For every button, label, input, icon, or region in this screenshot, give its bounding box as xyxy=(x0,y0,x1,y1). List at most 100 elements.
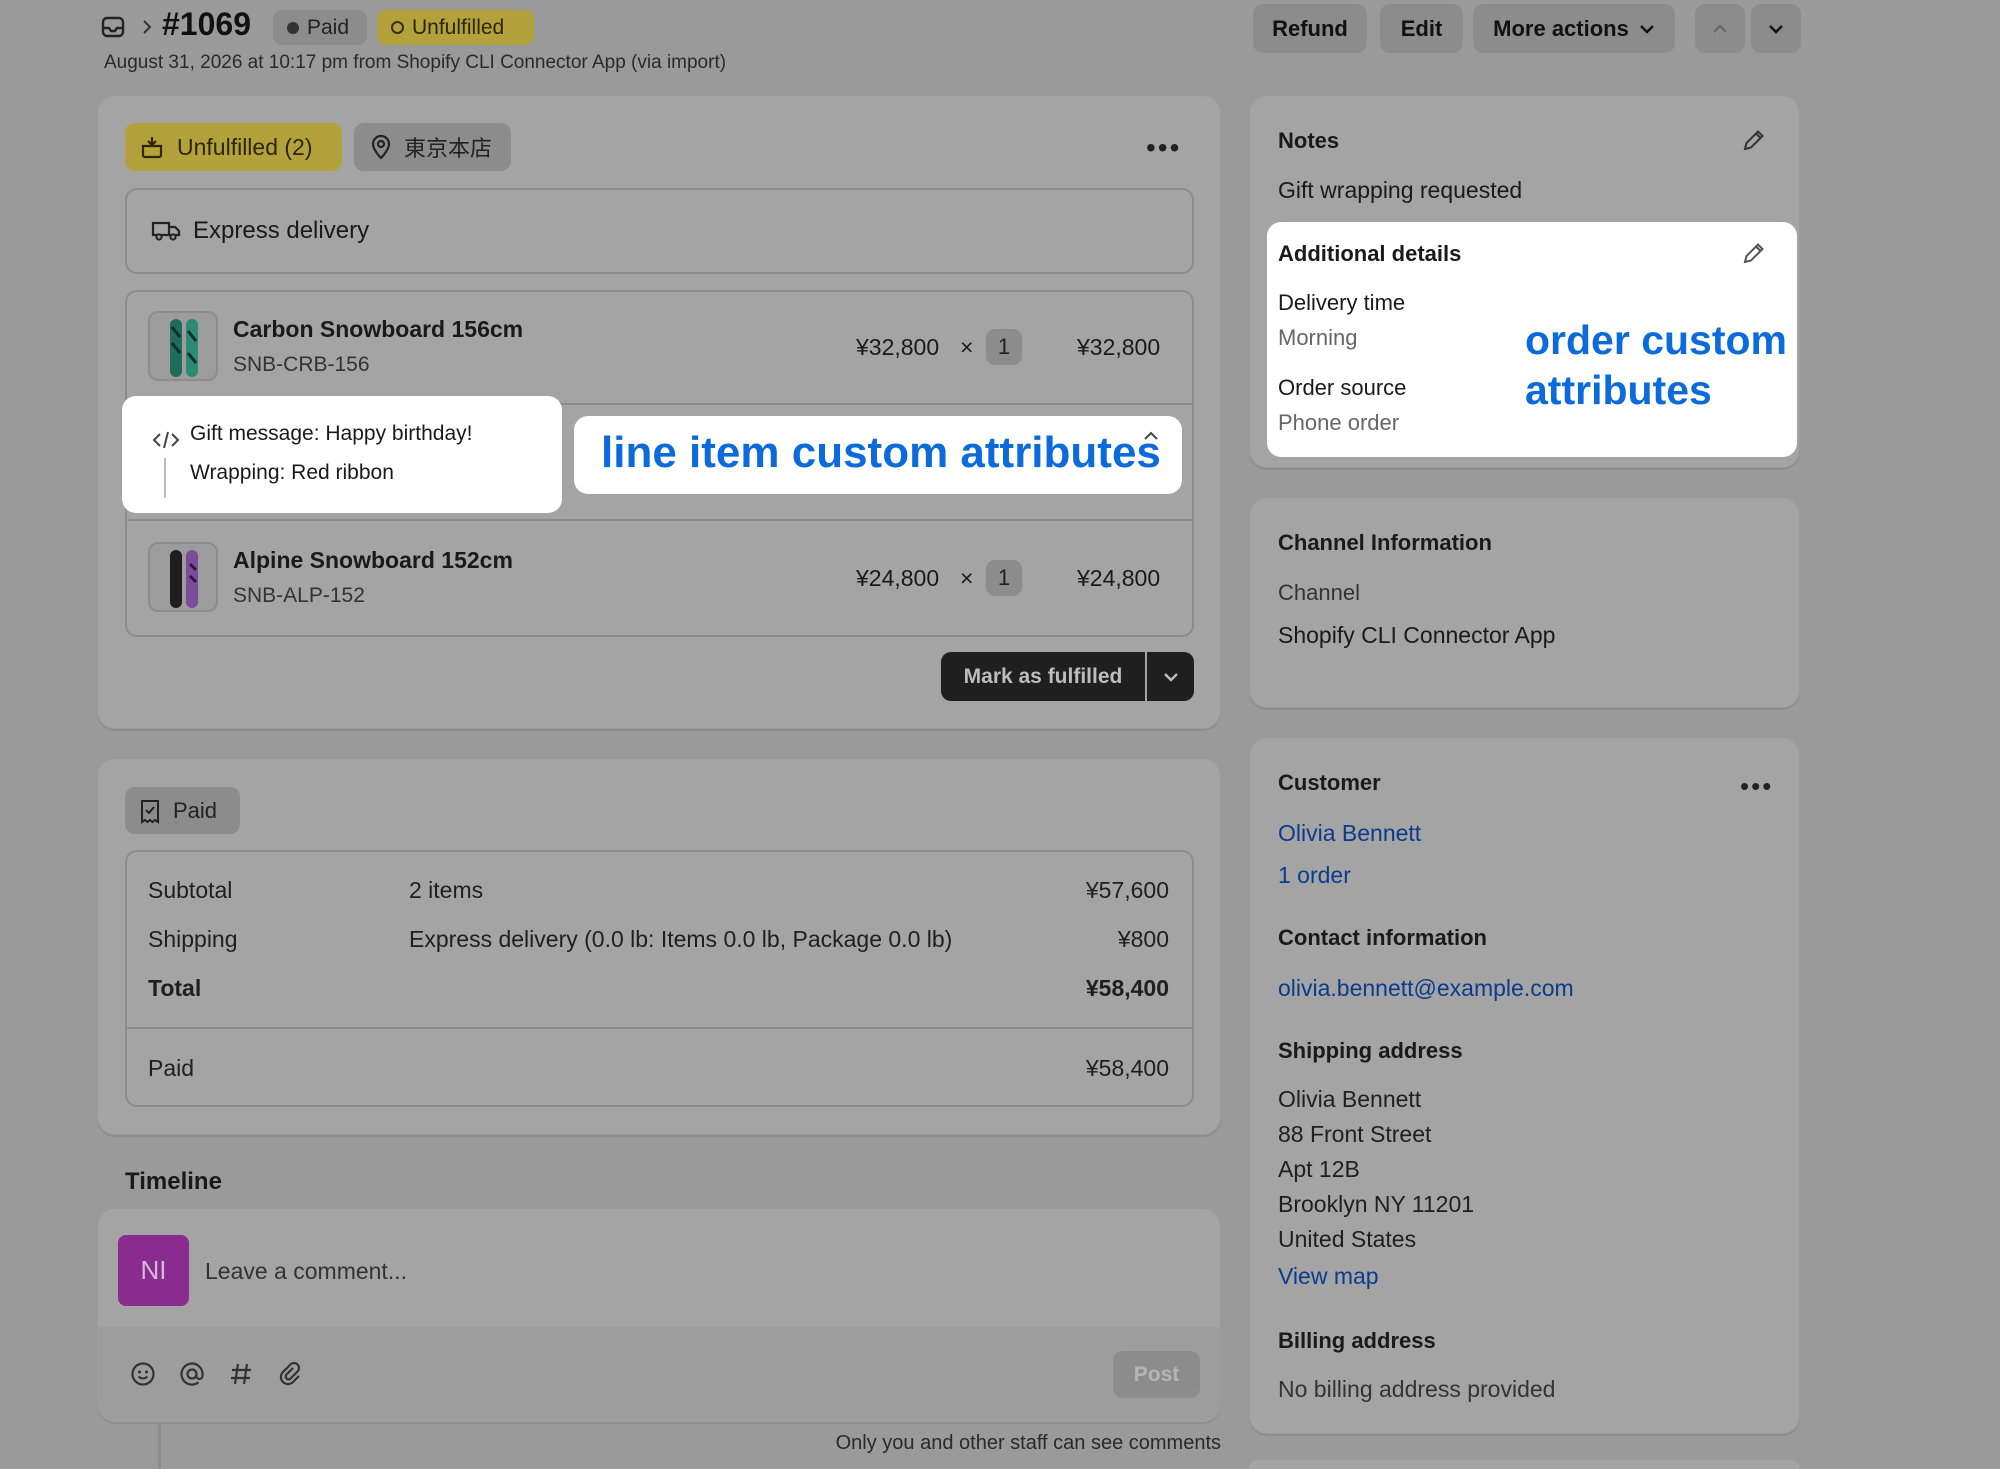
order-subtitle: August 31, 2026 at 10:17 pm from Shopify… xyxy=(104,52,727,73)
order-attribute-value: Phone order xyxy=(1278,410,1400,435)
line-item-total: ¥24,800 xyxy=(1077,565,1161,591)
payment-paid-label: Paid xyxy=(148,1055,195,1081)
delivery-truck-icon xyxy=(151,218,181,242)
shipping-address-line: 88 Front Street xyxy=(1278,1121,1432,1147)
chevron-down-icon xyxy=(1163,671,1179,683)
payment-row-desc: 2 items xyxy=(409,877,484,903)
shipping-address-line: Brooklyn NY 11201 xyxy=(1278,1191,1475,1217)
unfulfilled-count-label: Unfulfilled (2) xyxy=(177,133,313,160)
billing-address-text: No billing address provided xyxy=(1278,1376,1556,1402)
line-item-price: ¥32,800 xyxy=(856,334,940,360)
line-item-name[interactable]: Alpine Snowboard 152cm xyxy=(233,547,513,574)
refund-button-label: Refund xyxy=(1272,15,1348,41)
receipt-check-icon xyxy=(139,798,161,824)
edit-details-pencil-icon[interactable] xyxy=(1741,240,1767,266)
avatar-initials: NI xyxy=(140,1255,167,1285)
line-item-total: ¥32,800 xyxy=(1077,334,1161,360)
line-item-annotation-text: line item custom attributes xyxy=(601,428,1161,477)
fulfillment-more-icon[interactable]: ••• xyxy=(1146,132,1181,164)
notes-title: Notes xyxy=(1278,128,1340,153)
order-attribute-label: Delivery time xyxy=(1278,290,1406,315)
billing-address-title: Billing address xyxy=(1278,1328,1436,1353)
line-item-name[interactable]: Carbon Snowboard 156cm xyxy=(233,316,523,343)
orders-inbox-icon[interactable] xyxy=(100,14,126,40)
line-item-times: × xyxy=(960,334,974,360)
payment-total-amount: ¥58,400 xyxy=(1085,975,1169,1001)
order-annotation-line2: attributes xyxy=(1525,367,1712,413)
contact-info-title: Contact information xyxy=(1278,925,1487,950)
payment-paid-amount: ¥58,400 xyxy=(1085,1055,1169,1081)
view-map-link[interactable]: View map xyxy=(1278,1263,1379,1290)
line-item-sku: SNB-ALP-152 xyxy=(233,584,365,607)
mention-icon[interactable] xyxy=(179,1361,205,1387)
payment-total-label: Total xyxy=(148,975,202,1001)
avatar: NI xyxy=(118,1235,189,1306)
comment-toolbar-bg xyxy=(97,1327,1221,1422)
line-item-quantity-value: 1 xyxy=(997,334,1011,359)
additional-details-title: Additional details xyxy=(1278,241,1462,266)
more-actions-label: More actions xyxy=(1493,15,1629,41)
payment-summary-box xyxy=(125,850,1194,1107)
customer-email-link[interactable]: olivia.bennett@example.com xyxy=(1278,975,1574,1002)
code-icon xyxy=(152,429,180,451)
product-thumbnail-alpine xyxy=(148,542,218,612)
customer-more-icon[interactable]: ••• xyxy=(1740,771,1773,802)
paid-badge-label: Paid xyxy=(307,15,350,39)
attributes-vertical-line xyxy=(164,458,166,498)
shipping-address-title: Shipping address xyxy=(1278,1038,1463,1063)
next-order-button[interactable] xyxy=(1751,4,1801,53)
next-card-edge xyxy=(1249,1460,1800,1469)
edit-button-label: Edit xyxy=(1400,15,1443,41)
customer-orders-link[interactable]: 1 order xyxy=(1278,862,1351,889)
order-number: #1069 xyxy=(162,6,251,42)
shipping-address-line: Olivia Bennett xyxy=(1278,1086,1422,1112)
location-badge: 東京本店 xyxy=(354,123,511,171)
paid-status-badge: Paid xyxy=(273,10,367,45)
line-item-quantity: 1 xyxy=(986,329,1022,365)
payment-paid-badge-label: Paid xyxy=(173,797,218,823)
attachment-icon[interactable] xyxy=(278,1361,304,1387)
location-pin-icon xyxy=(370,134,392,160)
timeline-line xyxy=(158,1422,161,1469)
fulfillment-box-icon xyxy=(139,134,165,160)
unfulfilled-badge-label: Unfulfilled xyxy=(412,15,505,39)
post-button-label: Post xyxy=(1133,1362,1180,1386)
chevron-down-icon xyxy=(1639,23,1655,35)
emoji-icon[interactable] xyxy=(130,1361,156,1387)
unfulfilled-status-badge: Unfulfilled xyxy=(377,10,534,45)
channel-title: Channel Information xyxy=(1278,530,1492,555)
breadcrumb-chevron-icon xyxy=(141,18,153,36)
collapse-chevron-up-icon[interactable] xyxy=(1142,430,1160,442)
staff-only-note: Only you and other staff can see comment… xyxy=(835,1432,1221,1454)
comment-input[interactable] xyxy=(205,1250,1105,1292)
order-attribute-label: Order source xyxy=(1278,375,1407,400)
line-item-times: × xyxy=(960,565,974,591)
previous-order-button[interactable] xyxy=(1695,4,1745,53)
line-item-price: ¥24,800 xyxy=(856,565,940,591)
line-item-divider xyxy=(127,519,1192,521)
chevron-up-icon xyxy=(1711,23,1729,35)
hashtag-icon[interactable] xyxy=(228,1361,254,1387)
payment-row-label: Shipping xyxy=(148,926,238,952)
mark-as-fulfilled-button[interactable]: Mark as fulfilled xyxy=(941,652,1145,701)
mark-as-fulfilled-menu-button[interactable] xyxy=(1147,652,1194,701)
refund-button[interactable]: Refund xyxy=(1253,4,1367,53)
customer-name-link[interactable]: Olivia Bennett xyxy=(1278,820,1421,847)
post-button[interactable]: Post xyxy=(1113,1351,1200,1398)
payment-paid-badge: Paid xyxy=(125,787,240,834)
customer-title: Customer xyxy=(1278,770,1381,795)
payment-row-desc: Express delivery (0.0 lb: Items 0.0 lb, … xyxy=(409,926,953,952)
edit-button[interactable]: Edit xyxy=(1380,4,1463,53)
edit-notes-pencil-icon[interactable] xyxy=(1741,127,1767,153)
channel-label: Channel xyxy=(1278,580,1360,605)
more-actions-button[interactable]: More actions xyxy=(1473,4,1675,53)
shipping-address-line: Apt 12B xyxy=(1278,1156,1360,1182)
paid-dot-icon xyxy=(287,21,299,34)
line-item-attribute: Gift message: Happy birthday! xyxy=(190,422,473,445)
unfulfilled-count-badge: Unfulfilled (2) xyxy=(125,123,342,171)
payment-row-amount: ¥57,600 xyxy=(1085,877,1169,903)
product-thumbnail-carbon xyxy=(148,311,218,381)
location-label: 東京本店 xyxy=(404,136,493,161)
channel-value: Shopify CLI Connector App xyxy=(1278,622,1556,648)
chevron-down-icon xyxy=(1767,23,1785,35)
